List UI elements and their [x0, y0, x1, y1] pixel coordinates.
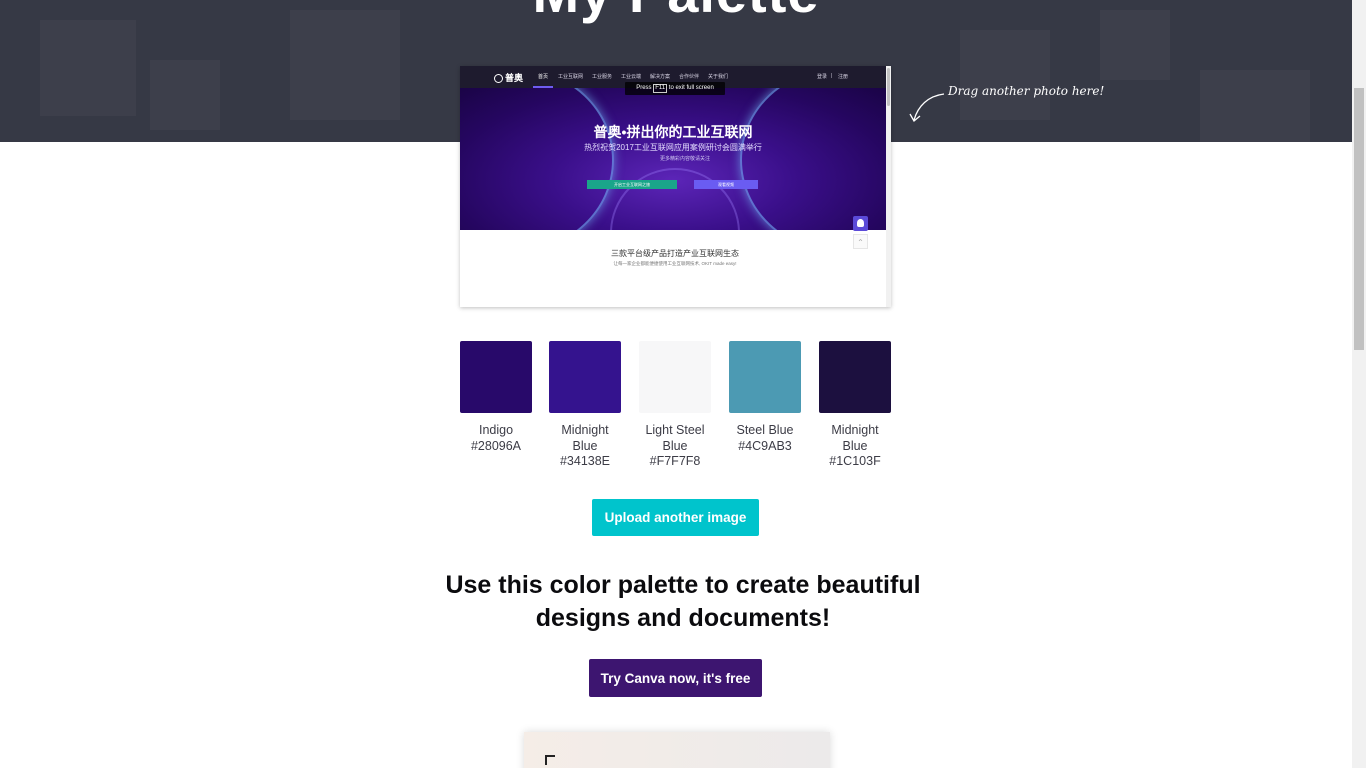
preview-nav-item: 首页	[538, 74, 549, 80]
swatch-name: Midnight Blue	[831, 423, 879, 453]
preview-secondary-button: 观看视频	[694, 180, 758, 189]
color-swatch[interactable]	[549, 341, 621, 413]
chevron-up-icon: ⌃	[853, 234, 868, 249]
preview-section-subtitle: 让每一家企业都能便捷使用工业互联网技术, OKIT made easy!	[613, 261, 737, 266]
preview-nav-item: 工业云端	[621, 74, 642, 80]
page-title: My Palette	[0, 0, 1352, 25]
swatch-label: Midnight Blue #34138E	[540, 423, 630, 470]
hero-bg-tile	[40, 20, 136, 116]
cta-heading: Use this color palette to create beautif…	[445, 571, 921, 632]
preview-nav-item: 工业互联网	[558, 74, 584, 80]
preview-logo: 普奥	[494, 71, 523, 84]
preview-scrollbar-thumb	[887, 68, 890, 106]
design-template-card[interactable]	[524, 732, 830, 768]
preview-primary-button: 开启工业互联网之旅	[587, 180, 677, 189]
preview-nav-item: 关于我们	[708, 74, 729, 80]
hero-bg-tile	[150, 60, 220, 130]
preview-nav-item: 合作伙伴	[679, 74, 700, 80]
preview-login: 登录	[817, 74, 828, 80]
try-canva-button[interactable]: Try Canva now, it's free	[589, 659, 762, 697]
uploaded-image-preview[interactable]: 普奥 首页 工业互联网 工业服务 工业云端 解决方案 合作伙伴 关于我们 登录 …	[460, 66, 891, 307]
swatch-hex: #1C103F	[829, 454, 881, 468]
swatch-hex: #28096A	[470, 438, 522, 453]
gear-logo-icon	[494, 74, 503, 83]
chat-icon	[853, 216, 868, 231]
preview-globe	[610, 168, 740, 230]
swatch-name: Light Steel Blue	[645, 423, 705, 453]
preview-register: 注册	[838, 74, 849, 80]
preview-glow-ring	[740, 88, 886, 230]
window-scrollbar-thumb[interactable]	[1354, 88, 1364, 350]
color-swatch[interactable]	[460, 341, 532, 413]
swatch-label: Indigo #28096A	[451, 423, 541, 454]
hero-bg-tile	[1200, 70, 1310, 142]
preview-nav-item: 解决方案	[650, 74, 671, 80]
preview-divider: |	[831, 73, 833, 79]
corner-mark-icon	[545, 755, 555, 765]
swatch-hex: #4C9AB3	[738, 438, 792, 453]
color-swatch[interactable]	[729, 341, 801, 413]
preview-glow-ring	[460, 88, 614, 230]
preview-banner-title: 普奥•拼出你的工业互联网	[593, 124, 753, 140]
preview-banner-note: 更多精彩内容敬请关注	[660, 156, 711, 162]
upload-another-image-button[interactable]: Upload another image	[592, 499, 759, 536]
preview-nav-item: 工业服务	[592, 74, 613, 80]
palette-generator-page: My Palette Drag another photo here! 普奥 首…	[0, 0, 1366, 768]
swatch-label: Steel Blue #4C9AB3	[720, 423, 810, 454]
swatch-name: Indigo	[478, 423, 514, 437]
swatch-name: Midnight Blue	[561, 423, 609, 453]
swatch-label: Light Steel Blue #F7F7F8	[630, 423, 720, 470]
hero-bg-tile	[960, 30, 1050, 120]
swatch-hex: #34138E	[559, 454, 611, 468]
swatch-name: Steel Blue	[736, 423, 794, 437]
swatch-hex: #F7F7F8	[649, 454, 701, 468]
curved-arrow-icon	[909, 93, 945, 122]
preview-section-title: 三款平台级产品打造产业互联网生态	[611, 249, 739, 258]
swatch-label: Midnight Blue #1C103F	[810, 423, 900, 470]
preview-banner-subtitle: 热烈祝贺2017工业互联网应用案例研讨会圆满举行	[584, 143, 762, 152]
color-swatch[interactable]	[639, 341, 711, 413]
drag-hint: Drag another photo here!	[948, 84, 1105, 98]
preview-banner: 普奥•拼出你的工业互联网 热烈祝贺2017工业互联网应用案例研讨会圆满举行 更多…	[460, 88, 886, 230]
hero-bg-tile	[290, 10, 400, 120]
fullscreen-notice: Press F11 to exit full screen	[625, 82, 725, 95]
color-swatch[interactable]	[819, 341, 891, 413]
